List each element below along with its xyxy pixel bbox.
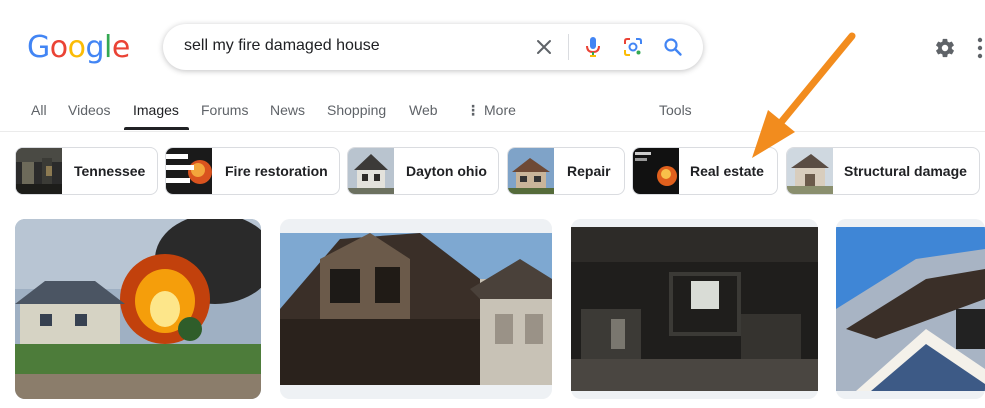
image-result-burning-house[interactable] xyxy=(15,219,261,399)
image-result-burnt-house-exterior[interactable] xyxy=(280,219,552,399)
chip-dayton-ohio[interactable]: Dayton ohio xyxy=(347,147,499,195)
mic-icon xyxy=(586,37,600,57)
tab-more-label: More xyxy=(484,102,516,118)
apps-grid-icon xyxy=(977,37,983,59)
result-image xyxy=(571,219,818,399)
search-box[interactable]: sell my fire damaged house xyxy=(163,24,703,70)
image-result-damaged-roof[interactable] xyxy=(836,219,985,399)
tab-shopping[interactable]: Shopping xyxy=(327,102,386,132)
close-icon xyxy=(537,40,551,54)
lens-icon xyxy=(624,38,642,56)
logo-letter-o1: o xyxy=(49,30,68,65)
chip-label: Repair xyxy=(567,163,611,179)
settings-button[interactable] xyxy=(930,33,960,63)
tools-button[interactable]: Tools xyxy=(659,102,692,132)
tab-more[interactable]: ⋮ More xyxy=(466,102,516,132)
result-image xyxy=(280,219,552,399)
voice-search-button[interactable] xyxy=(573,24,613,70)
tab-all[interactable]: All xyxy=(31,102,47,132)
result-image xyxy=(836,219,985,399)
tab-forums[interactable]: Forums xyxy=(201,102,248,132)
chip-label: Fire restoration xyxy=(225,163,328,179)
tabs-divider xyxy=(0,131,985,132)
chip-repair[interactable]: Repair xyxy=(507,147,625,195)
lens-search-button[interactable] xyxy=(613,24,653,70)
search-icon xyxy=(664,38,682,56)
chip-thumbnail xyxy=(508,148,554,194)
result-image xyxy=(15,219,261,399)
logo-letter-e: e xyxy=(111,30,130,65)
chip-thumbnail xyxy=(166,148,212,194)
chip-thumbnail xyxy=(787,148,833,194)
chip-label: Dayton ohio xyxy=(406,163,487,179)
google-logo[interactable]: Google xyxy=(27,30,130,66)
active-tab-indicator xyxy=(124,127,189,130)
chip-real-estate[interactable]: Real estate xyxy=(632,147,778,195)
tab-web[interactable]: Web xyxy=(409,102,438,132)
chip-tennessee[interactable]: Tennessee xyxy=(15,147,158,195)
chip-fire-restoration[interactable]: Fire restoration xyxy=(165,147,340,195)
more-vert-icon: ⋮ xyxy=(466,102,480,118)
gear-icon xyxy=(936,38,954,58)
tab-videos[interactable]: Videos xyxy=(68,102,111,132)
search-actions xyxy=(524,24,703,70)
search-submit-button[interactable] xyxy=(653,24,693,70)
chip-thumbnail xyxy=(348,148,394,194)
logo-letter-g2: g xyxy=(85,30,105,65)
logo-letter-g: G xyxy=(27,30,50,65)
chip-label: Tennessee xyxy=(74,163,146,179)
logo-letter-o2: o xyxy=(67,30,86,65)
chip-structural-damage[interactable]: Structural damage xyxy=(786,147,980,195)
logo-letter-l: l xyxy=(104,30,112,65)
chip-label: Structural damage xyxy=(844,163,967,179)
tab-news[interactable]: News xyxy=(270,102,305,132)
search-divider xyxy=(568,34,569,60)
apps-button[interactable] xyxy=(976,36,985,60)
chip-label: Real estate xyxy=(690,163,764,179)
search-input[interactable]: sell my fire damaged house xyxy=(184,37,380,55)
image-result-burnt-interior[interactable] xyxy=(571,219,818,399)
clear-button[interactable] xyxy=(524,24,564,70)
chip-thumbnail xyxy=(16,148,62,194)
chip-thumbnail xyxy=(633,148,679,194)
